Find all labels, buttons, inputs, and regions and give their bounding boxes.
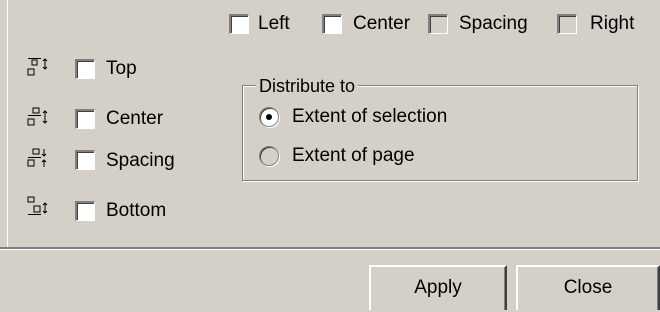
distribute-hspacing-label: Spacing — [459, 13, 528, 34]
align-right-checkbox[interactable] — [557, 14, 577, 34]
extent-of-selection-label: Extent of selection — [292, 106, 448, 127]
align-vcenter-checkbox[interactable] — [75, 109, 95, 129]
align-hcenter-label: Center — [353, 13, 411, 34]
align-distribute-panel: Left Center Spacing Right Top Center Spa… — [0, 0, 660, 312]
distribute-hspacing-checkbox[interactable] — [428, 14, 448, 34]
align-left-checkbox[interactable] — [229, 14, 249, 34]
apply-button[interactable]: Apply — [369, 265, 507, 310]
align-bottom-label: Bottom — [106, 200, 167, 221]
align-top-label: Top — [106, 58, 137, 79]
align-left-label: Left — [258, 13, 290, 34]
extent-of-selection-radio[interactable] — [259, 107, 279, 127]
align-right-label: Right — [590, 13, 635, 34]
panel-edge — [7, 0, 8, 248]
align-top-icon — [27, 57, 49, 77]
align-bottom-icon — [27, 196, 49, 216]
footer-separator-highlight — [0, 249, 660, 250]
distribute-vspacing-checkbox[interactable] — [75, 150, 95, 170]
align-bottom-checkbox[interactable] — [75, 201, 95, 221]
distribute-to-title: Distribute to — [256, 76, 359, 96]
distribute-vspacing-label: Spacing — [106, 150, 175, 171]
align-vcenter-icon — [27, 107, 49, 127]
extent-of-page-radio[interactable] — [259, 146, 279, 166]
align-top-checkbox[interactable] — [75, 59, 95, 79]
extent-of-page-label: Extent of page — [292, 145, 415, 166]
close-button[interactable]: Close — [516, 265, 660, 310]
align-hcenter-checkbox[interactable] — [322, 14, 342, 34]
radio-selected-dot — [266, 114, 272, 120]
distribute-vspacing-icon — [27, 148, 49, 168]
align-vcenter-label: Center — [106, 108, 164, 129]
